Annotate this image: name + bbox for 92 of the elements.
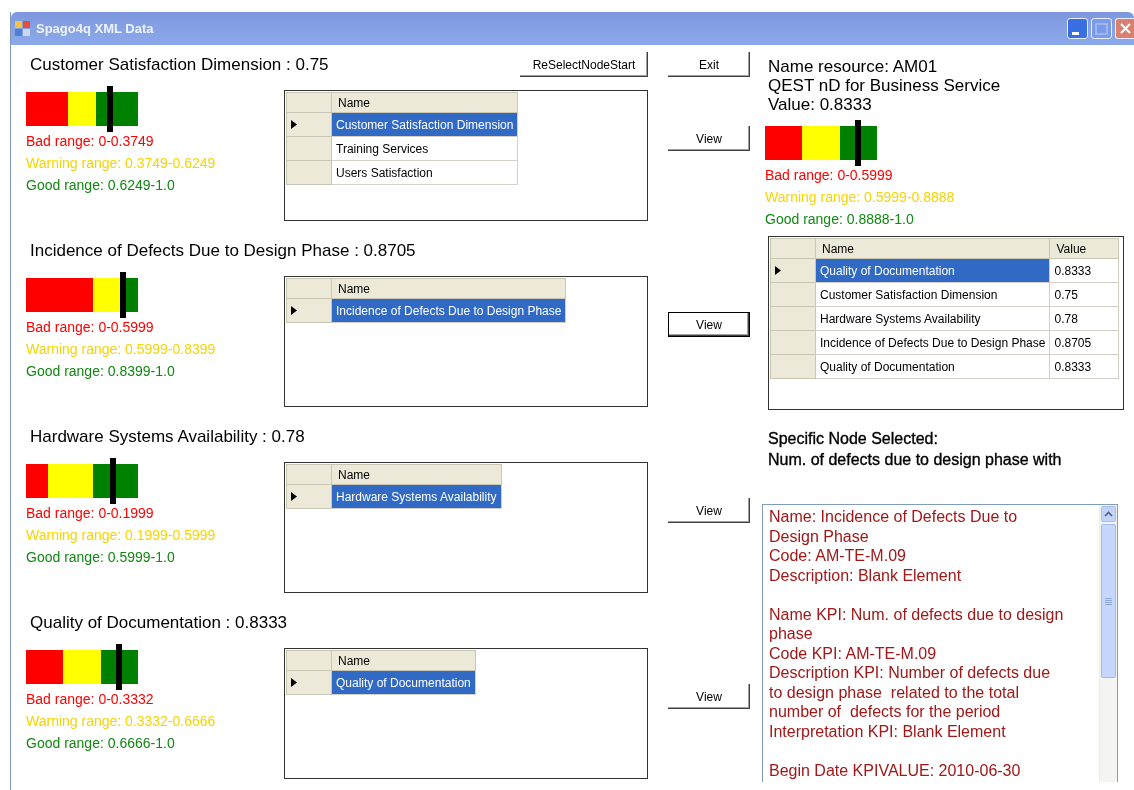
header-corner bbox=[286, 650, 332, 671]
view-button[interactable]: View bbox=[668, 498, 750, 523]
range-label: Warning range: 0.1999-0.5999 bbox=[26, 526, 217, 545]
grid-cell[interactable]: Customer Satisfaction Dimension bbox=[331, 112, 518, 137]
row-header[interactable] bbox=[286, 298, 332, 323]
range-label: Bad range: 0-0.5999 bbox=[765, 166, 894, 185]
row-header[interactable] bbox=[286, 484, 332, 509]
row-pointer-icon bbox=[291, 120, 297, 129]
grid-cell[interactable]: 0.78 bbox=[1049, 306, 1119, 331]
grid-cell[interactable]: Quality of Documentation bbox=[815, 258, 1050, 283]
range-label: Warning range: 0.3749-0.6249 bbox=[26, 154, 217, 173]
reselect-button[interactable]: ReSelectNodeStart bbox=[520, 52, 648, 77]
section-title: Quality of Documentation : 0.8333 bbox=[30, 613, 288, 633]
node-heading: Specific Node Selected: bbox=[768, 429, 939, 449]
grid-cell[interactable]: Users Satisfaction bbox=[331, 160, 518, 185]
header-corner bbox=[770, 238, 816, 259]
grid-cell[interactable]: Incidence of Defects Due to Design Phase bbox=[331, 298, 566, 323]
grid-cell[interactable]: 0.8333 bbox=[1049, 258, 1119, 283]
grid-cell[interactable]: Training Services bbox=[331, 136, 518, 161]
range-label: Good range: 0.6249-1.0 bbox=[26, 176, 176, 195]
range-label: Good range: 0.5999-1.0 bbox=[26, 548, 176, 567]
detail-line: Description KPI: Number of defects due bbox=[769, 663, 1052, 683]
row-pointer-icon bbox=[291, 306, 297, 315]
caret-up-icon bbox=[1104, 511, 1113, 517]
range-label: Warning range: 0.5999-0.8888 bbox=[765, 188, 956, 207]
section-title: Incidence of Defects Due to Design Phase : 0.8705 bbox=[30, 241, 416, 261]
range-label: Warning range: 0.5999-0.8399 bbox=[26, 340, 217, 359]
detail-line: number of defects for the period bbox=[769, 702, 1002, 722]
grid-cell[interactable]: Hardware Systems Availability bbox=[815, 306, 1050, 331]
grid-cell[interactable]: 0.75 bbox=[1049, 282, 1119, 307]
range-label: Bad range: 0-0.3749 bbox=[26, 132, 155, 151]
row-header[interactable] bbox=[286, 670, 332, 695]
resource-info: Value: 0.8333 bbox=[767, 95, 873, 114]
range-label: Bad range: 0-0.3332 bbox=[26, 690, 155, 709]
minimize-icon bbox=[1071, 31, 1079, 35]
range-label: Good range: 0.8399-1.0 bbox=[26, 362, 176, 381]
detail-line: Description: Blank Element bbox=[769, 565, 963, 585]
column-header[interactable]: Name bbox=[331, 92, 518, 113]
resource-info: Name resource: AM01 bbox=[767, 57, 939, 76]
column-header[interactable]: Name bbox=[331, 650, 476, 671]
detail-line: phase bbox=[769, 624, 814, 644]
header-corner bbox=[286, 278, 332, 299]
scrollbar[interactable] bbox=[1099, 505, 1117, 782]
app-icon bbox=[15, 21, 30, 36]
grid-cell[interactable]: Customer Satisfaction Dimension bbox=[815, 282, 1050, 307]
row-pointer-icon bbox=[775, 266, 781, 275]
grid-cell[interactable]: Quality of Documentation bbox=[815, 354, 1050, 379]
column-header[interactable]: Value bbox=[1049, 238, 1119, 259]
column-header[interactable]: Name bbox=[815, 238, 1050, 259]
detail-line: Interpretation KPI: Blank Element bbox=[769, 721, 1007, 741]
minimize-button[interactable] bbox=[1067, 18, 1088, 39]
detail-line: Name KPI: Num. of defects due to design bbox=[769, 604, 1065, 624]
close-button[interactable] bbox=[1115, 18, 1134, 39]
range-label: Bad range: 0-0.1999 bbox=[26, 504, 155, 523]
node-heading: Num. of defects due to design phase with bbox=[768, 450, 1063, 470]
detail-line: Design Phase bbox=[769, 526, 870, 546]
row-pointer-icon bbox=[291, 678, 297, 687]
grip-icon bbox=[1105, 597, 1112, 605]
grid-cell[interactable]: 0.8705 bbox=[1049, 330, 1119, 355]
row-pointer-icon bbox=[291, 492, 297, 501]
scroll-thumb[interactable] bbox=[1101, 524, 1116, 678]
section-title: Customer Satisfaction Dimension : 0.75 bbox=[30, 55, 329, 75]
range-label: Warning range: 0.3332-0.6666 bbox=[26, 712, 217, 731]
view-button[interactable]: View bbox=[668, 312, 750, 337]
section-title: Hardware Systems Availability : 0.78 bbox=[30, 427, 305, 447]
view-button[interactable]: View bbox=[668, 126, 750, 151]
exit-button[interactable]: Exit bbox=[668, 52, 750, 77]
detail-line: Code KPI: AM-TE-M.09 bbox=[769, 643, 938, 663]
detail-line: Name: Incidence of Defects Due to bbox=[769, 507, 1019, 527]
grid-cell[interactable]: 0.8333 bbox=[1049, 354, 1119, 379]
grid-cell[interactable]: Quality of Documentation bbox=[331, 670, 476, 695]
maximize-button[interactable] bbox=[1091, 18, 1112, 39]
range-label: Bad range: 0-0.5999 bbox=[26, 318, 155, 337]
column-header[interactable]: Name bbox=[331, 278, 566, 299]
row-header[interactable] bbox=[770, 258, 816, 283]
row-header[interactable] bbox=[286, 112, 332, 137]
detail-line: Code: AM-TE-M.09 bbox=[769, 546, 907, 566]
window-title: Spago4q XML Data bbox=[36, 21, 155, 36]
resource-info: QEST nD for Business Service bbox=[767, 76, 1002, 95]
detail-line: to design phase related to the total bbox=[769, 682, 1020, 702]
grid-cell[interactable]: Hardware Systems Availability bbox=[331, 484, 501, 509]
detail-line: Begin Date KPIVALUE: 2010-06-30 bbox=[769, 760, 1022, 780]
maximize-icon bbox=[1095, 22, 1108, 35]
scroll-up-button[interactable] bbox=[1101, 506, 1116, 522]
range-label: Good range: 0.8888-1.0 bbox=[765, 210, 915, 229]
header-corner bbox=[286, 92, 332, 113]
grid-cell[interactable]: Incidence of Defects Due to Design Phase bbox=[815, 330, 1050, 355]
close-icon bbox=[1119, 23, 1131, 34]
header-corner bbox=[286, 464, 332, 485]
view-button[interactable]: View bbox=[668, 684, 750, 709]
column-header[interactable]: Name bbox=[331, 464, 501, 485]
range-label: Good range: 0.6666-1.0 bbox=[26, 734, 176, 753]
